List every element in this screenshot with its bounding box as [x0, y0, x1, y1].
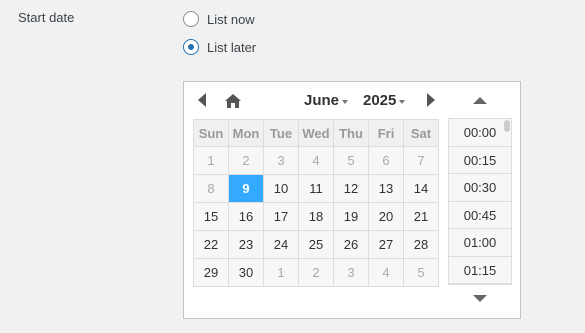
calendar-day[interactable]: 2	[228, 146, 264, 175]
calendar-day[interactable]: 21	[403, 202, 439, 231]
calendar-day[interactable]: 5	[333, 146, 369, 175]
chevron-down-icon	[342, 99, 349, 104]
start-date-label: Start date	[18, 10, 75, 25]
calendar-day[interactable]: 22	[193, 230, 229, 259]
calendar-day[interactable]: 20	[368, 202, 404, 231]
time-option[interactable]: 00:45	[449, 202, 511, 229]
calendar-day[interactable]: 4	[298, 146, 334, 175]
calendar-week-row: 22 23 24 25 26 27 28	[193, 230, 439, 259]
calendar-day[interactable]: 2	[298, 258, 334, 287]
calendar-week-row: 1234567	[193, 146, 439, 175]
month-label: June	[304, 92, 340, 109]
calendar-day[interactable]: 1	[193, 146, 229, 175]
calendar-week-row: 15 16 17 18 19 20 21	[193, 202, 439, 231]
weekday-header: Sat	[403, 119, 439, 147]
calendar-day[interactable]: 24	[263, 230, 299, 259]
weekday-header: Tue	[263, 119, 299, 147]
calendar-day[interactable]: 30	[228, 258, 264, 287]
calendar-day[interactable]: 5	[403, 258, 439, 287]
time-scroll-up-icon[interactable]	[473, 97, 487, 104]
list-now-label: List now	[207, 11, 255, 27]
calendar-day[interactable]: 25	[298, 230, 334, 259]
list-later-option[interactable]: List later	[183, 39, 256, 55]
date-time-picker: June 2025 Sun Mon Tue Wed Thu Fri Sat 12345678…	[183, 81, 521, 319]
calendar-day[interactable]: 13	[368, 174, 404, 203]
calendar-day[interactable]: 19	[333, 202, 369, 231]
time-scroll-down-icon[interactable]	[473, 295, 487, 302]
home-icon[interactable]	[224, 93, 242, 109]
calendar-day[interactable]: 29	[193, 258, 229, 287]
calendar-week-row: 8 9 10 11 12 13 14	[193, 174, 439, 203]
calendar-day[interactable]: 9	[228, 174, 264, 203]
chevron-down-icon	[399, 99, 406, 104]
calendar-day[interactable]: 23	[228, 230, 264, 259]
calendar-day[interactable]: 12	[333, 174, 369, 203]
list-now-option[interactable]: List now	[183, 11, 255, 27]
calendar-day[interactable]: 1	[263, 258, 299, 287]
calendar-day[interactable]: 15	[193, 202, 229, 231]
calendar-grid: Sun Mon Tue Wed Thu Fri Sat 1 2 3 4 5 6 7 8 9 10 11 12 13 1…	[193, 119, 439, 287]
time-option[interactable]: 00:00	[449, 119, 511, 147]
list-later-label: List later	[207, 39, 257, 55]
list-now-radio[interactable]	[183, 11, 199, 27]
time-scrollbar[interactable]	[504, 120, 510, 132]
time-option[interactable]: 00:15	[449, 147, 511, 174]
calendar-day[interactable]: 6	[368, 146, 404, 175]
list-later-radio[interactable]	[183, 39, 199, 55]
calendar-day[interactable]: 26	[333, 230, 369, 259]
calendar-day[interactable]: 7	[403, 146, 439, 175]
calendar-day[interactable]: 14	[403, 174, 439, 203]
weekday-header: Mon	[228, 119, 264, 147]
weekday-header-row: Sun Mon Tue Wed Thu Fri Sat	[193, 119, 439, 147]
time-option[interactable]: 01:15	[449, 257, 511, 284]
calendar-day[interactable]: 28	[403, 230, 439, 259]
year-select[interactable]: 2025	[363, 92, 406, 109]
time-option[interactable]: 01:00	[449, 229, 511, 257]
calendar-day[interactable]: 16	[228, 202, 264, 231]
calendar-day[interactable]: 3	[263, 146, 299, 175]
next-month-icon[interactable]	[427, 93, 435, 107]
calendar-day[interactable]: 10	[263, 174, 299, 203]
calendar-week-row: 29 30 1 2 3 4 5	[193, 258, 439, 287]
calendar-day[interactable]: 17	[263, 202, 299, 231]
calendar-day[interactable]: 27	[368, 230, 404, 259]
weekday-header: Sun	[193, 119, 229, 147]
calendar-day[interactable]: 4	[368, 258, 404, 287]
weekday-header: Fri	[368, 119, 404, 147]
year-label: 2025	[363, 92, 397, 109]
weekday-header: Wed	[298, 119, 334, 147]
time-list: 00:00 00:15 00:30 00:45 01:00 01:15	[448, 118, 512, 285]
month-select[interactable]: June	[304, 92, 349, 109]
weekday-header: Thu	[333, 119, 369, 147]
calendar-day[interactable]: 8	[193, 174, 229, 203]
prev-month-icon[interactable]	[198, 93, 206, 107]
calendar-day[interactable]: 3	[333, 258, 369, 287]
time-option[interactable]: 00:30	[449, 174, 511, 202]
calendar-day[interactable]: 11	[298, 174, 334, 203]
calendar-day[interactable]: 18	[298, 202, 334, 231]
